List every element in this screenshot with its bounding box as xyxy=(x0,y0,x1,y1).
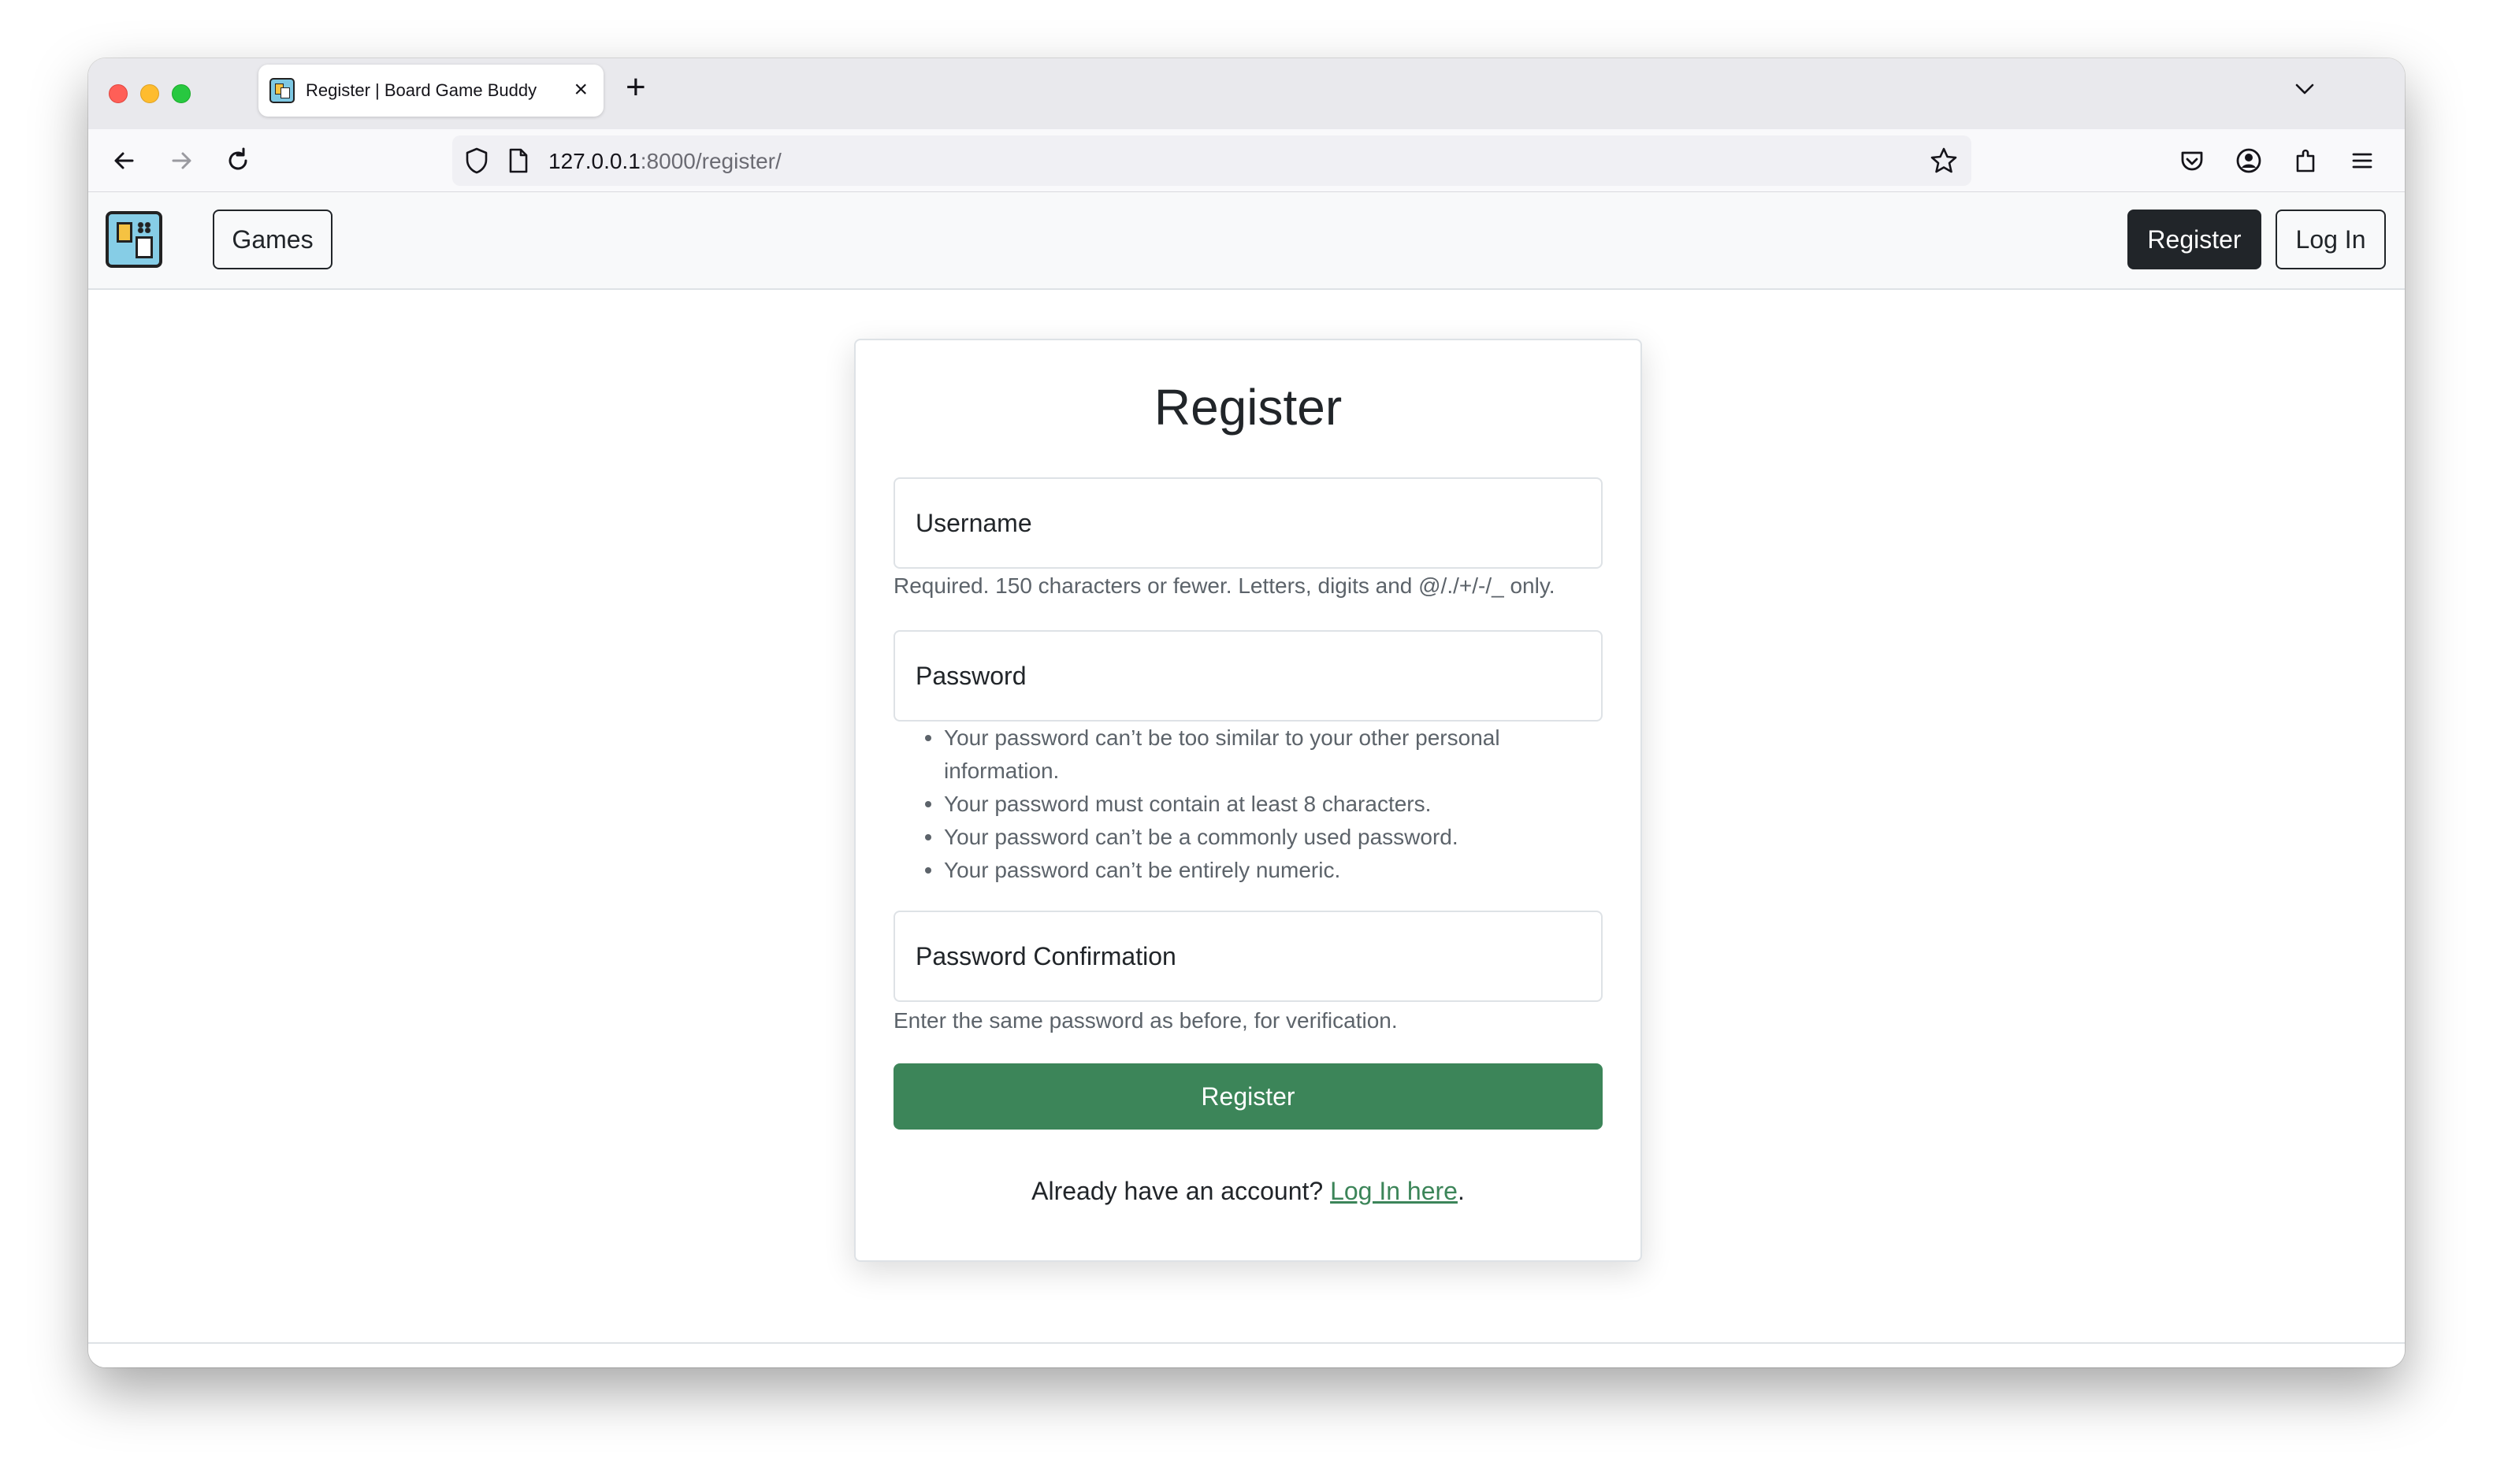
chevron-down-icon[interactable] xyxy=(2291,76,2318,102)
menu-icon[interactable] xyxy=(2346,145,2378,176)
shield-icon[interactable] xyxy=(463,147,490,175)
extensions-icon[interactable] xyxy=(2290,145,2321,176)
password-field[interactable]: Password xyxy=(894,630,1603,722)
nav-toolbar: 127.0.0.1:8000/register/ xyxy=(88,129,2405,192)
username-label: Username xyxy=(916,509,1032,537)
password-confirmation-field[interactable]: Password Confirmation xyxy=(894,911,1603,1002)
register-nav-button[interactable]: Register xyxy=(2127,210,2261,269)
main-area: Register Username Required. 150 characte… xyxy=(88,290,2405,1314)
site-navbar: Games Register Log In xyxy=(88,192,2405,290)
password-help-item: Your password must contain at least 8 ch… xyxy=(894,788,1603,821)
pocket-icon[interactable] xyxy=(2176,145,2208,176)
login-nav-button[interactable]: Log In xyxy=(2276,210,2386,269)
login-prompt: Already have an account? Log In here. xyxy=(856,1177,1640,1206)
page-divider xyxy=(88,1342,2405,1344)
form-title: Register xyxy=(1154,379,1343,436)
back-arrow-icon[interactable] xyxy=(109,145,140,176)
login-prompt-text: Already have an account? xyxy=(1031,1177,1331,1205)
password-help-item: Your password can’t be too similar to yo… xyxy=(894,722,1603,788)
favicon-icon xyxy=(269,78,295,103)
tab-strip: Register | Board Game Buddy × + xyxy=(88,58,2405,129)
url-text[interactable]: 127.0.0.1:8000/register/ xyxy=(548,149,782,174)
url-host: 127.0.0.1 xyxy=(548,149,641,173)
password-confirmation-label: Password Confirmation xyxy=(916,942,1176,970)
browser-window: Register | Board Game Buddy × + 127.0.0.… xyxy=(88,58,2405,1367)
forward-arrow-icon[interactable] xyxy=(165,145,197,176)
password-label: Password xyxy=(916,662,1027,690)
register-card: Register Username Required. 150 characte… xyxy=(854,339,1642,1262)
password-confirmation-help: Enter the same password as before, for v… xyxy=(894,1008,1398,1033)
register-submit-button[interactable]: Register xyxy=(894,1063,1603,1130)
tab-close-icon[interactable]: × xyxy=(574,76,588,104)
username-help: Required. 150 characters or fewer. Lette… xyxy=(894,573,1555,598)
games-button[interactable]: Games xyxy=(213,210,333,269)
bookmark-star-icon[interactable] xyxy=(1929,146,1959,176)
reload-icon[interactable] xyxy=(222,145,254,176)
account-icon[interactable] xyxy=(2233,145,2265,176)
address-bar[interactable]: 127.0.0.1:8000/register/ xyxy=(452,135,1971,186)
password-help-list: Your password can’t be too similar to yo… xyxy=(894,722,1603,887)
browser-tab[interactable]: Register | Board Game Buddy × xyxy=(258,65,604,117)
login-prompt-suffix: . xyxy=(1457,1177,1465,1205)
close-window-button[interactable] xyxy=(109,84,128,103)
login-here-link[interactable]: Log In here xyxy=(1330,1177,1458,1205)
new-tab-button[interactable]: + xyxy=(626,68,646,107)
password-help-item: Your password can’t be entirely numeric. xyxy=(894,854,1603,887)
page-icon xyxy=(509,148,528,173)
maximize-window-button[interactable] xyxy=(172,84,191,103)
minimize-window-button[interactable] xyxy=(140,84,159,103)
password-help-item: Your password can’t be a commonly used p… xyxy=(894,821,1603,854)
tab-title: Register | Board Game Buddy xyxy=(306,80,537,100)
page-content: Games Register Log In Register Username … xyxy=(88,192,2405,1367)
board-game-logo-icon[interactable] xyxy=(106,211,162,268)
url-path: :8000/register/ xyxy=(640,149,782,173)
username-field[interactable]: Username xyxy=(894,477,1603,569)
